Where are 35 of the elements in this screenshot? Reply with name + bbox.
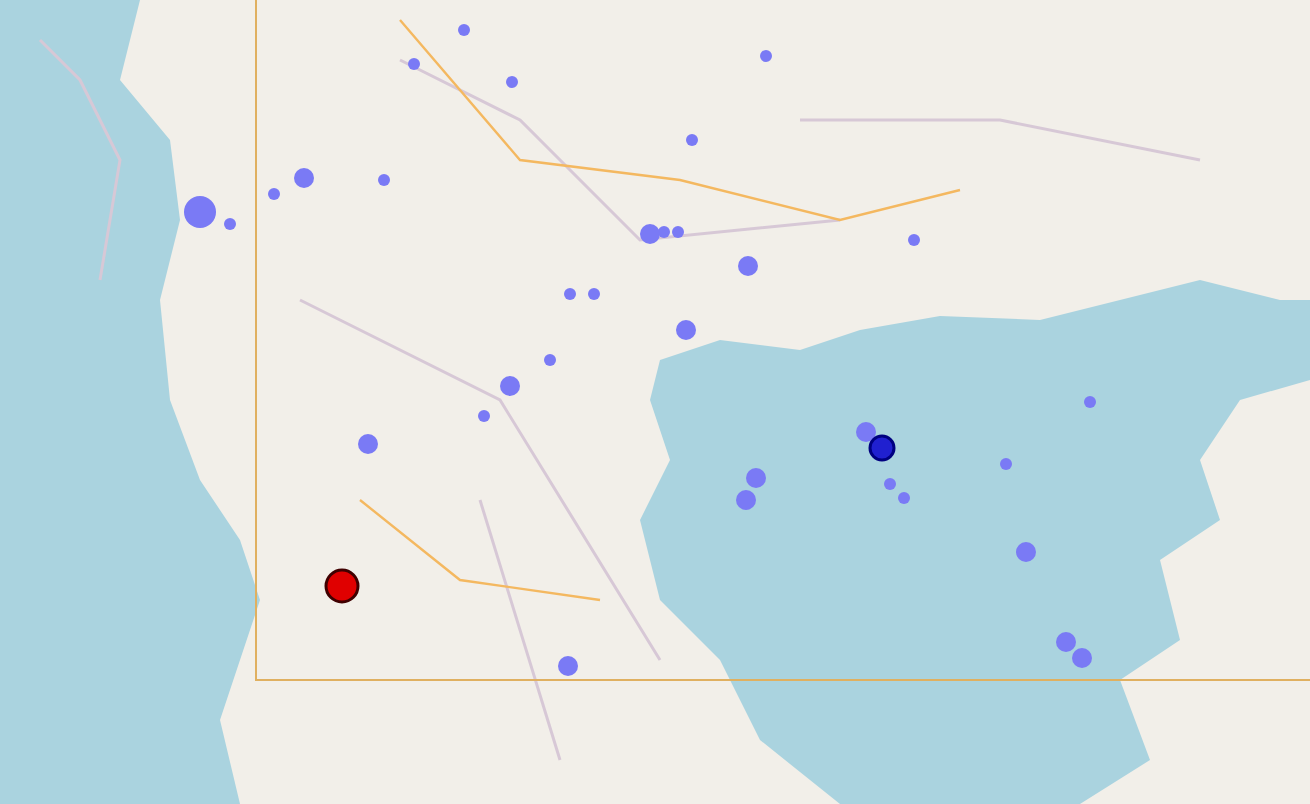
map-marker[interactable] xyxy=(1016,542,1036,562)
map-marker[interactable] xyxy=(184,196,216,228)
map-marker[interactable] xyxy=(868,434,896,462)
map-marker[interactable] xyxy=(588,288,600,300)
map-marker[interactable] xyxy=(544,354,556,366)
map-marker[interactable] xyxy=(686,134,698,146)
map-marker[interactable] xyxy=(672,226,684,238)
map-marker[interactable] xyxy=(564,288,576,300)
map-marker[interactable] xyxy=(408,58,420,70)
map-marker[interactable] xyxy=(856,422,876,442)
map-marker[interactable] xyxy=(1000,458,1012,470)
map-marker[interactable] xyxy=(478,410,490,422)
map-marker[interactable] xyxy=(760,50,772,62)
map-marker[interactable] xyxy=(358,434,378,454)
map-marker[interactable] xyxy=(1056,632,1076,652)
map-marker[interactable] xyxy=(324,568,360,604)
map-marker[interactable] xyxy=(1084,396,1096,408)
map-marker[interactable] xyxy=(500,376,520,396)
map-marker[interactable] xyxy=(1072,648,1092,668)
map-marker[interactable] xyxy=(506,76,518,88)
map-marker[interactable] xyxy=(640,224,660,244)
map-marker[interactable] xyxy=(908,234,920,246)
map-marker[interactable] xyxy=(558,656,578,676)
map-marker[interactable] xyxy=(746,468,766,488)
map-marker[interactable] xyxy=(458,24,470,36)
map-marker[interactable] xyxy=(294,168,314,188)
map-marker[interactable] xyxy=(738,256,758,276)
map-marker[interactable] xyxy=(658,226,670,238)
map-marker[interactable] xyxy=(224,218,236,230)
map-marker[interactable] xyxy=(898,492,910,504)
map-marker[interactable] xyxy=(676,320,696,340)
map-marker[interactable] xyxy=(736,490,756,510)
map-marker[interactable] xyxy=(268,188,280,200)
map-marker[interactable] xyxy=(378,174,390,186)
map-marker[interactable] xyxy=(884,478,896,490)
